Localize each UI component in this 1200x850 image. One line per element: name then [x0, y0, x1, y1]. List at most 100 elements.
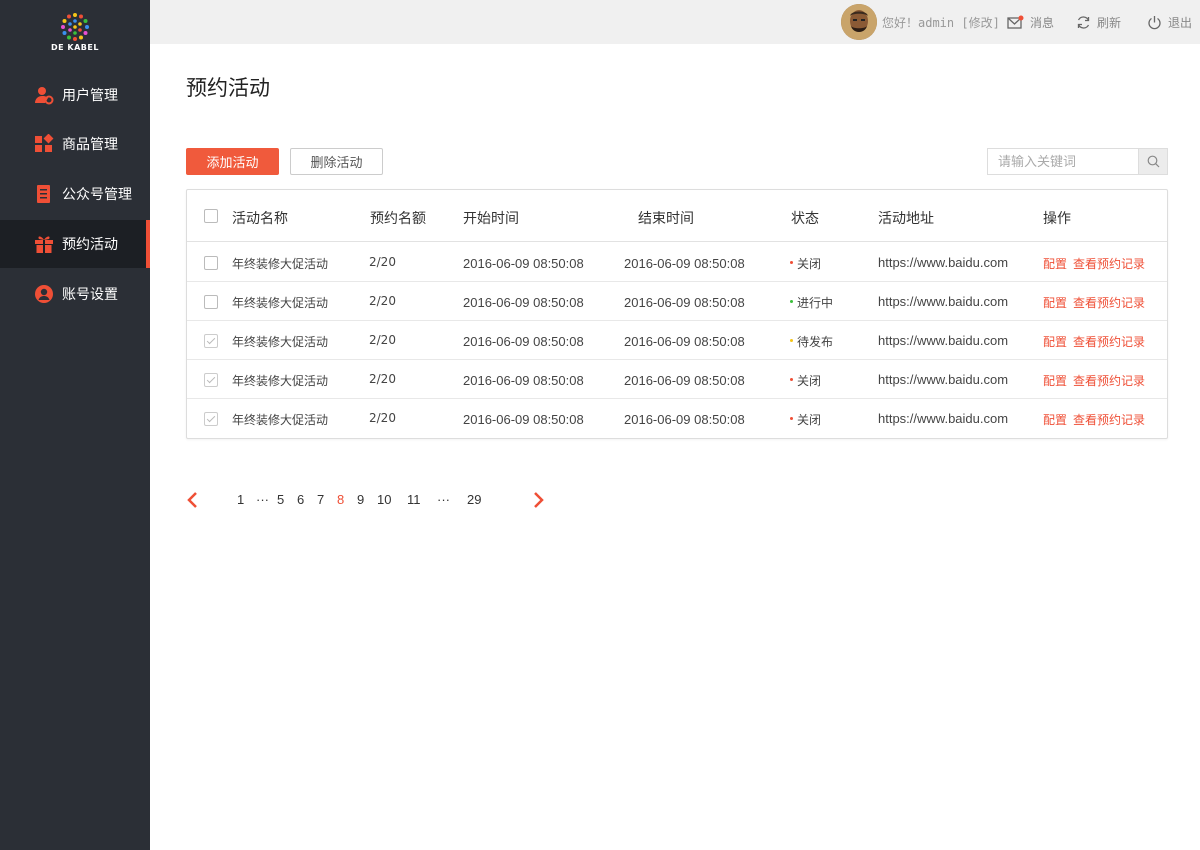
activity-quota: 2/20: [369, 411, 396, 425]
avatar[interactable]: [841, 4, 877, 40]
status-cell: 关闭: [790, 411, 821, 428]
row-checkbox[interactable]: [204, 412, 218, 426]
sidebar-item-label: 商品管理: [62, 137, 118, 153]
activities-table: 活动名称 预约名额 开始时间 结束时间 状态 活动地址 操作 年终装修大促活动 2…: [186, 189, 1168, 439]
activity-quota: 2/20: [369, 333, 396, 347]
activity-quota: 2/20: [369, 255, 396, 269]
page-title: 预约活动: [186, 76, 270, 100]
status-cell: 待发布: [790, 333, 833, 350]
select-all-checkbox[interactable]: [204, 209, 218, 223]
view-records-link[interactable]: 查看预约记录: [1073, 294, 1145, 311]
sidebar-item-label: 预约活动: [62, 237, 118, 253]
end-time: 2016-06-09 08:50:08: [624, 412, 745, 427]
activity-name: 年终装修大促活动: [232, 374, 329, 388]
messages-label: 消息: [1030, 15, 1055, 30]
document-icon: [34, 184, 54, 204]
status-label: 关闭: [797, 374, 822, 388]
column-header: 操作: [1043, 211, 1071, 227]
status-dot-icon: [790, 300, 793, 303]
start-time: 2016-06-09 08:50:08: [463, 256, 584, 271]
refresh-button[interactable]: 刷新: [1076, 12, 1121, 32]
configure-link[interactable]: 配置: [1043, 294, 1067, 311]
view-records-link[interactable]: 查看预约记录: [1073, 333, 1145, 350]
status-cell: 进行中: [790, 294, 833, 311]
configure-link[interactable]: 配置: [1043, 333, 1067, 350]
status-label: 进行中: [797, 296, 834, 310]
configure-link[interactable]: 配置: [1043, 255, 1067, 272]
logo-text: DE KABEL: [51, 43, 99, 52]
start-time: 2016-06-09 08:50:08: [463, 412, 584, 427]
activity-url: https://www.baidu.com: [878, 372, 1009, 387]
add-activity-button[interactable]: 添加活动: [186, 148, 279, 175]
gift-icon: [34, 234, 54, 254]
column-header: 状态: [791, 211, 819, 227]
status-dot-icon: [790, 378, 793, 381]
status-cell: 关闭: [790, 372, 821, 389]
topbar: 您好！admin [修改] 消息 刷新 退出: [150, 0, 1200, 44]
sidebar-item-users[interactable]: 用户管理: [0, 71, 150, 119]
column-header: 预约名额: [370, 211, 426, 227]
row-checkbox[interactable]: [204, 334, 218, 348]
view-records-link[interactable]: 查看预约记录: [1073, 411, 1145, 428]
start-time: 2016-06-09 08:50:08: [463, 334, 584, 349]
search-button[interactable]: [1138, 149, 1167, 174]
row-checkbox[interactable]: [204, 295, 218, 309]
page-ellipsis: ···: [437, 492, 450, 507]
account-icon: [34, 284, 54, 304]
sidebar-item-products[interactable]: 商品管理: [0, 120, 150, 168]
next-page-icon[interactable]: [533, 491, 545, 509]
sidebar-item-appointments[interactable]: 预约活动: [0, 220, 150, 268]
page-ellipsis: ···: [256, 492, 269, 507]
row-checkbox[interactable]: [204, 373, 218, 387]
page-8-current[interactable]: 8: [337, 492, 344, 507]
page-11[interactable]: 11: [407, 492, 421, 507]
end-time: 2016-06-09 08:50:08: [624, 295, 745, 310]
table-row: 年终装修大促活动 2/20 2016-06-09 08:50:08 2016-06-0…: [187, 243, 1167, 282]
page-9[interactable]: 9: [357, 492, 364, 507]
status-label: 关闭: [797, 257, 822, 271]
logout-button[interactable]: 退出: [1147, 12, 1192, 32]
end-time: 2016-06-09 08:50:08: [624, 373, 745, 388]
page-29[interactable]: 29: [467, 492, 481, 507]
sidebar: DE KABEL 用户管理 商品管理 公众号管理 预约活动 账号设置: [0, 0, 150, 850]
page-1[interactable]: 1: [237, 492, 244, 507]
configure-link[interactable]: 配置: [1043, 372, 1067, 389]
logout-label: 退出: [1168, 15, 1193, 30]
greeting-text[interactable]: 您好！admin [修改]: [882, 14, 1000, 31]
status-dot-icon: [790, 261, 793, 264]
row-checkbox[interactable]: [204, 256, 218, 270]
status-cell: 关闭: [790, 255, 821, 272]
delete-activity-button[interactable]: 删除活动: [290, 148, 383, 175]
table-row: 年终装修大促活动 2/20 2016-06-09 08:50:08 2016-06-0…: [187, 360, 1167, 399]
sidebar-item-label: 公众号管理: [62, 187, 132, 203]
sidebar-item-official-account[interactable]: 公众号管理: [0, 170, 150, 218]
refresh-icon: [1077, 15, 1090, 29]
page-6[interactable]: 6: [297, 492, 304, 507]
activity-quota: 2/20: [369, 294, 396, 308]
end-time: 2016-06-09 08:50:08: [624, 256, 745, 271]
end-time: 2016-06-09 08:50:08: [624, 334, 745, 349]
logo[interactable]: DE KABEL: [0, 0, 150, 62]
activity-name: 年终装修大促活动: [232, 296, 329, 310]
prev-page-icon[interactable]: [186, 491, 198, 509]
column-header: 开始时间: [463, 211, 519, 227]
activity-name: 年终装修大促活动: [232, 257, 329, 271]
start-time: 2016-06-09 08:50:08: [463, 373, 584, 388]
search-box: [987, 148, 1168, 175]
mail-icon: [1007, 15, 1024, 29]
activity-url: https://www.baidu.com: [878, 411, 1009, 426]
search-icon: [1147, 155, 1159, 168]
apps-icon: [34, 134, 54, 154]
status-dot-icon: [790, 339, 793, 342]
column-header: 活动地址: [878, 211, 934, 227]
sidebar-item-account-settings[interactable]: 账号设置: [0, 270, 150, 318]
configure-link[interactable]: 配置: [1043, 411, 1067, 428]
view-records-link[interactable]: 查看预约记录: [1073, 255, 1145, 272]
page-5[interactable]: 5: [277, 492, 284, 507]
messages-button[interactable]: 消息: [1007, 12, 1054, 32]
search-input[interactable]: [988, 149, 1138, 174]
view-records-link[interactable]: 查看预约记录: [1073, 372, 1145, 389]
sidebar-item-label: 账号设置: [62, 287, 118, 303]
page-7[interactable]: 7: [317, 492, 324, 507]
page-10[interactable]: 10: [377, 492, 391, 507]
